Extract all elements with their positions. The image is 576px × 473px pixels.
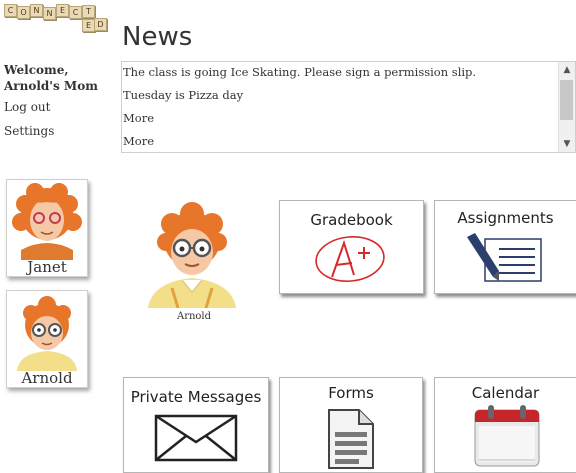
welcome-text: Welcome, Arnold's Mom: [4, 63, 98, 93]
assignments-tile[interactable]: Assignments: [434, 200, 576, 294]
selected-student-name: Arnold: [176, 311, 212, 322]
news-list[interactable]: The class is going Ice Skating. Please s…: [121, 61, 576, 153]
news-item: The class is going Ice Skating. Please s…: [123, 65, 477, 79]
private-messages-tile[interactable]: Private Messages: [123, 377, 269, 473]
student-card-janet[interactable]: Janet: [6, 179, 88, 277]
document-icon: [328, 409, 374, 469]
a-plus-grade-icon: [315, 236, 385, 282]
news-more-link[interactable]: More: [123, 111, 154, 125]
student-name: Arnold: [21, 369, 73, 387]
gradebook-tile[interactable]: Gradebook: [279, 200, 424, 294]
connected-logo[interactable]: C O N N E C T E D: [4, 4, 107, 32]
logo-tile: T: [82, 5, 95, 18]
calendar-tile[interactable]: Calendar: [434, 377, 576, 473]
logo-tile: C: [69, 6, 82, 19]
logo-tile: D: [94, 18, 107, 31]
arnold-photo-icon: [7, 291, 87, 371]
logo-tile: N: [43, 7, 56, 20]
news-scrollbar[interactable]: ▲ ▼: [558, 62, 575, 152]
calendar-icon: [474, 405, 540, 467]
logout-link[interactable]: Log out: [4, 100, 50, 114]
calendar-label: Calendar: [471, 384, 540, 402]
arnold-avatar-icon: [148, 202, 236, 308]
news-item: Tuesday is Pizza day: [123, 88, 244, 102]
settings-link[interactable]: Settings: [4, 124, 54, 138]
logo-tile: O: [17, 6, 30, 19]
forms-tile[interactable]: Forms: [279, 377, 423, 473]
student-card-arnold[interactable]: Arnold: [6, 290, 88, 388]
page-title: News: [122, 22, 193, 52]
janet-photo-icon: [7, 180, 87, 260]
assignments-label: Assignments: [457, 209, 554, 227]
scroll-thumb[interactable]: [560, 80, 573, 120]
logo-tile: C: [4, 4, 17, 17]
logo-tile: E: [56, 4, 69, 17]
logo-tile: N: [30, 4, 43, 17]
news-more-link[interactable]: More: [123, 134, 154, 148]
pencil-list-icon: [467, 233, 542, 282]
private-messages-label: Private Messages: [130, 388, 262, 406]
scroll-up-icon[interactable]: ▲: [559, 62, 575, 78]
envelope-icon: [154, 414, 238, 462]
gradebook-label: Gradebook: [310, 211, 393, 229]
scroll-down-icon[interactable]: ▼: [559, 136, 575, 152]
forms-label: Forms: [328, 384, 374, 402]
student-name: Janet: [27, 258, 67, 276]
